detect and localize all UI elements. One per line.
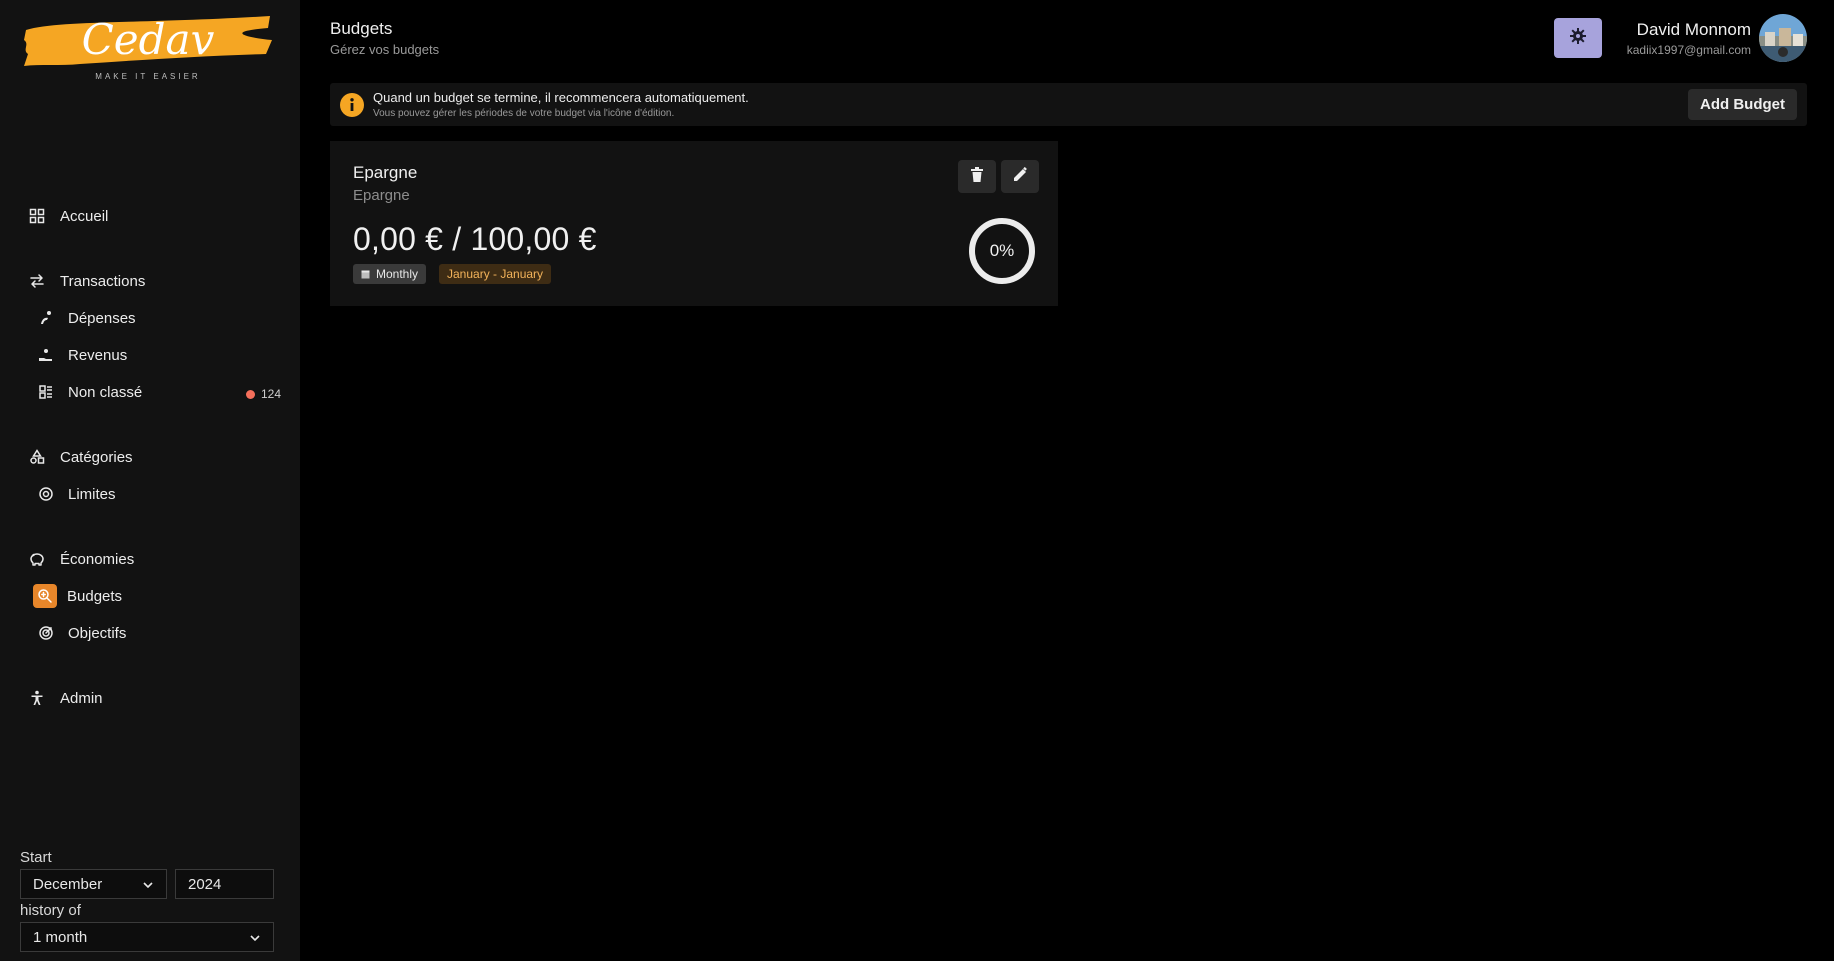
page-title: Budgets bbox=[330, 19, 393, 38]
sidebar-item-label: Limites bbox=[68, 485, 116, 503]
pencil-icon bbox=[1013, 166, 1028, 187]
user-name: David Monnom bbox=[1636, 20, 1751, 39]
sidebar-item-admin[interactable]: Admin bbox=[26, 686, 103, 710]
sidebar-item-label: Accueil bbox=[60, 207, 109, 225]
budget-category: Epargne bbox=[353, 187, 410, 204]
sidebar-item-depenses[interactable]: Dépenses bbox=[34, 306, 136, 330]
arrows-swap-icon bbox=[26, 270, 48, 292]
history-label: history of bbox=[20, 902, 81, 919]
hand-coins-icon bbox=[34, 306, 58, 330]
sidebar-item-label: Admin bbox=[60, 689, 103, 707]
sidebar-item-label: Non classé bbox=[68, 383, 143, 401]
sidebar-item-label: Catégories bbox=[60, 448, 133, 466]
edit-button[interactable] bbox=[1001, 160, 1039, 193]
sidebar-item-limites[interactable]: Limites bbox=[34, 482, 116, 506]
logo-tagline: MAKE IT EASIER bbox=[95, 72, 201, 81]
start-month-select[interactable]: December bbox=[20, 869, 167, 899]
range-badge: January - January bbox=[439, 264, 552, 284]
sidebar-item-revenus[interactable]: Revenus bbox=[34, 343, 127, 367]
sidebar-item-accueil[interactable]: Accueil bbox=[26, 204, 108, 228]
sidebar-item-transactions[interactable]: Transactions bbox=[26, 269, 145, 293]
start-year-value: 2024 bbox=[188, 875, 222, 893]
info-banner: Quand un budget se termine, il recommenc… bbox=[330, 83, 1807, 126]
unsorted-count-badge: 124 bbox=[245, 387, 281, 401]
sidebar-item-label: Économies bbox=[60, 550, 135, 568]
sidebar-item-label: Revenus bbox=[68, 346, 128, 364]
shapes-icon bbox=[26, 446, 48, 468]
calendar-icon bbox=[361, 269, 370, 279]
sidebar-item-economies[interactable]: Économies bbox=[26, 547, 134, 571]
budget-title: Epargne bbox=[353, 163, 418, 182]
sidebar-item-label: Budgets bbox=[67, 587, 123, 605]
sidebar-item-non-classe[interactable]: Non classé 124 bbox=[34, 380, 281, 404]
page-subtitle: Gérez vos budgets bbox=[330, 42, 440, 57]
progress-label: 0% bbox=[989, 241, 1015, 260]
badge-dot bbox=[245, 389, 255, 399]
hand-receive-icon bbox=[34, 343, 58, 367]
period-badge: Monthly bbox=[353, 264, 427, 284]
start-month-value: December bbox=[33, 875, 103, 893]
logo[interactable]: Cedav MAKE IT EASIER bbox=[20, 10, 276, 82]
sidebar-item-categories[interactable]: Catégories bbox=[26, 445, 133, 469]
budget-search-icon bbox=[33, 584, 57, 608]
settings-button[interactable] bbox=[1554, 18, 1602, 58]
delete-button[interactable] bbox=[958, 160, 996, 193]
add-budget-button[interactable]: Add Budget bbox=[1688, 89, 1797, 120]
sidebar: Cedav MAKE IT EASIER Accueil Transaction… bbox=[0, 0, 300, 961]
brush-logo-icon: Cedav bbox=[24, 15, 272, 66]
budget-card: Epargne Epargne 0,00 € / 100,00 € Monthl… bbox=[330, 141, 1058, 306]
user-email: kadiix1997@gmail.com bbox=[1626, 43, 1751, 57]
chevron-down-icon bbox=[249, 931, 261, 948]
budget-amount: 0,00 € / 100,00 € bbox=[353, 221, 597, 257]
person-icon bbox=[26, 687, 48, 709]
start-label: Start bbox=[20, 849, 52, 866]
info-icon bbox=[340, 93, 364, 117]
period-label: Monthly bbox=[376, 267, 419, 281]
chevron-down-icon bbox=[142, 878, 154, 895]
piggy-bank-icon bbox=[26, 548, 48, 570]
goal-icon bbox=[34, 621, 58, 645]
banner-text: Quand un budget se termine, il recommenc… bbox=[373, 90, 749, 105]
history-select[interactable]: 1 month bbox=[20, 922, 274, 952]
sidebar-item-label: Transactions bbox=[60, 272, 146, 290]
target-icon bbox=[34, 482, 58, 506]
grid-icon bbox=[26, 205, 48, 227]
banner-subtext: Vous pouvez gérer les périodes de votre … bbox=[373, 108, 675, 119]
start-year-input[interactable]: 2024 bbox=[175, 869, 274, 899]
unsorted-icon bbox=[34, 380, 58, 404]
sidebar-item-objectifs[interactable]: Objectifs bbox=[34, 621, 126, 645]
sidebar-item-label: Dépenses bbox=[68, 309, 136, 327]
badge-count: 124 bbox=[260, 387, 281, 401]
sidebar-item-label: Objectifs bbox=[68, 624, 127, 642]
gear-icon bbox=[1569, 27, 1587, 50]
history-value: 1 month bbox=[33, 928, 88, 946]
sidebar-item-budgets[interactable]: Budgets bbox=[33, 584, 122, 608]
svg-text:Cedav: Cedav bbox=[82, 15, 215, 64]
trash-icon bbox=[970, 166, 984, 187]
avatar[interactable] bbox=[1759, 14, 1807, 62]
